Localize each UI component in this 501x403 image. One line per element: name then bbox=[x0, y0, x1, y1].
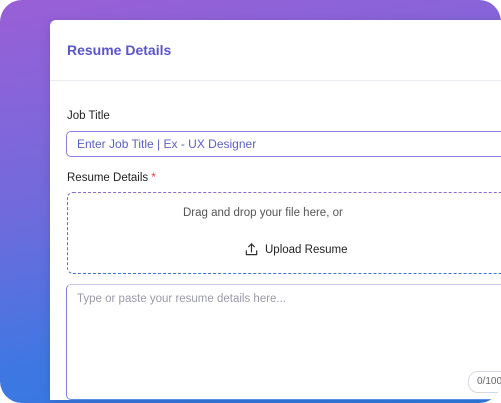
resume-details-panel: Resume Details Job Title Resume Details … bbox=[50, 20, 501, 400]
resume-details-label: Resume Details * bbox=[67, 172, 156, 184]
resume-details-textarea[interactable] bbox=[66, 284, 501, 400]
required-marker: * bbox=[151, 172, 156, 184]
job-title-input[interactable] bbox=[66, 131, 501, 157]
background-frame: Resume Details Job Title Resume Details … bbox=[0, 0, 501, 403]
panel-title: Resume Details bbox=[67, 42, 172, 58]
dropzone-text: Drag and drop your file here, or bbox=[183, 207, 343, 219]
resume-details-label-text: Resume Details bbox=[67, 172, 149, 184]
job-title-label-text: Job Title bbox=[67, 110, 110, 122]
upload-icon bbox=[245, 243, 258, 256]
panel-header: Resume Details bbox=[50, 20, 501, 81]
upload-resume-label: Upload Resume bbox=[265, 243, 348, 256]
job-title-label: Job Title bbox=[67, 110, 110, 122]
upload-resume-button[interactable]: Upload Resume bbox=[244, 242, 347, 257]
character-counter: 0/100 bbox=[468, 371, 501, 393]
file-dropzone[interactable]: Drag and drop your file here, or Upload … bbox=[67, 192, 501, 274]
